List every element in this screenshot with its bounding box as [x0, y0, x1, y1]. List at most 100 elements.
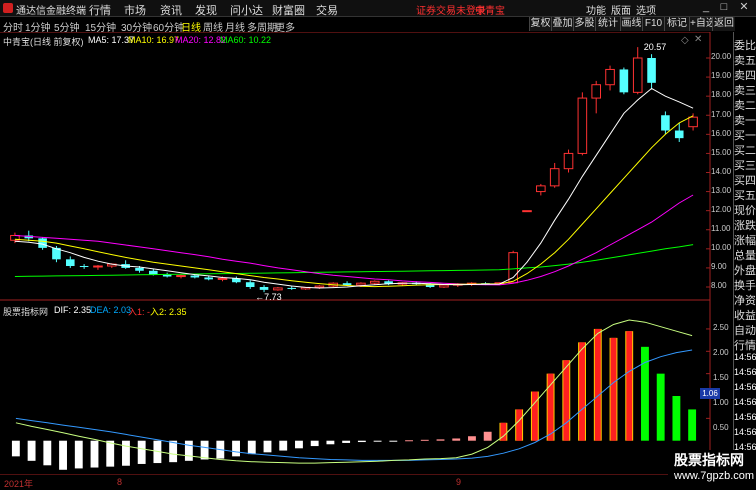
macd-bar: [656, 373, 665, 441]
candle-up: [522, 210, 532, 213]
price-tick: 17.00: [711, 110, 732, 119]
back-button[interactable]: 返回: [712, 17, 735, 31]
low-marker: ←7.73: [255, 292, 282, 302]
sidebar-item[interactable]: 买二: [734, 142, 756, 158]
maximize-icon[interactable]: □: [718, 1, 730, 14]
watermark-title: 股票指标网: [674, 452, 744, 468]
price-tick: 20.00: [711, 52, 732, 61]
candle-down: [38, 238, 47, 248]
x-label-year: 2021年: [4, 479, 34, 489]
stats-button[interactable]: 统计: [595, 17, 620, 31]
sidebar-item[interactable]: 卖二: [734, 97, 756, 113]
ma60-line: [14, 244, 694, 277]
sidebar-item[interactable]: 换手: [734, 277, 756, 293]
candle-down: [204, 277, 213, 280]
price-tick: 10.00: [711, 243, 732, 252]
overlay-button[interactable]: 叠加: [551, 17, 573, 31]
macd-bar: [137, 440, 146, 464]
sidebar-item-auto[interactable]: 自动: [734, 322, 756, 338]
tick-time: 14:56: [734, 352, 756, 362]
menu-layout[interactable]: 版面: [611, 2, 631, 17]
minimize-icon[interactable]: _: [700, 1, 712, 14]
candle-up: [577, 97, 588, 154]
macd-bar: [641, 346, 649, 441]
macd-bar-inner: [547, 373, 554, 441]
macd-bar: [263, 440, 272, 453]
candle-down: [342, 283, 352, 286]
menu-discover[interactable]: 发现: [195, 2, 217, 18]
sidebar-item[interactable]: 买三: [734, 157, 756, 173]
add-watchlist-button[interactable]: +自选: [689, 17, 716, 31]
candle-down: [619, 69, 629, 93]
sidebar-item[interactable]: 外盘: [734, 262, 756, 278]
tick-time: 14:56: [734, 397, 756, 407]
macd-bar: [389, 440, 398, 442]
sidebar-item[interactable]: 买一: [734, 127, 756, 143]
sidebar-item[interactable]: 总量: [734, 247, 756, 263]
sidebar-item[interactable]: 现价: [734, 202, 756, 218]
menu-trade[interactable]: 交易: [316, 2, 338, 18]
macd-tick: 1.50: [713, 373, 729, 382]
adjust-button[interactable]: 复权: [529, 17, 551, 31]
candle-up: [369, 280, 380, 284]
macd-bar: [122, 440, 130, 466]
menu-options[interactable]: 选项: [636, 2, 656, 17]
candle-up: [439, 284, 449, 288]
candle-down: [647, 58, 656, 83]
candle-up: [549, 168, 560, 187]
sidebar-item[interactable]: 卖四: [734, 67, 756, 83]
macd-bar-inner: [579, 342, 585, 441]
watermark: 股票指标网 www.7gpzb.com: [668, 450, 756, 487]
macd-bar: [483, 431, 492, 441]
sidebar-item[interactable]: 卖三: [734, 82, 756, 98]
menu-news[interactable]: 资讯: [160, 2, 182, 18]
price-tick: 19.00: [711, 71, 732, 80]
menu-wealth[interactable]: 财富圈: [272, 2, 305, 18]
sidebar-item[interactable]: 买四: [734, 172, 756, 188]
kline-chart[interactable]: 20.57 ←7.73: [0, 32, 734, 475]
macd-bar-inner: [531, 391, 538, 441]
title-stock-name: 中青宝: [475, 6, 505, 17]
macd-bar: [468, 436, 476, 441]
macd-bar: [11, 440, 20, 457]
candle-up: [93, 265, 103, 268]
sidebar-item[interactable]: 卖一: [734, 112, 756, 128]
close-icon[interactable]: ✕: [738, 1, 750, 14]
mark-button[interactable]: 标记: [664, 17, 689, 31]
draw-button[interactable]: 画线: [620, 17, 642, 31]
macd-bar: [688, 409, 697, 441]
sidebar-item[interactable]: 卖五: [734, 52, 756, 68]
macd-bar: [342, 440, 351, 443]
tick-time: 14:56: [734, 367, 756, 377]
macd-bar: [232, 440, 240, 457]
price-tick: 16.00: [711, 129, 732, 138]
candle-up: [563, 152, 574, 170]
menu-function[interactable]: 功能: [586, 2, 606, 17]
sidebar-item[interactable]: 涨幅: [734, 232, 756, 248]
high-marker: 20.57: [644, 42, 667, 52]
macd-bar: [106, 440, 115, 467]
current-value-marker: 1.06: [700, 388, 720, 399]
sidebar-item[interactable]: 买五: [734, 187, 756, 203]
x-label-aug: 8: [117, 477, 123, 487]
macd-bar: [373, 440, 382, 442]
menu-hq[interactable]: 行情: [89, 2, 111, 18]
menu-market[interactable]: 市场: [124, 2, 146, 18]
sidebar-item[interactable]: 净资: [734, 292, 756, 308]
macd-bar: [279, 440, 288, 451]
sidebar-item[interactable]: 涨跌: [734, 217, 756, 233]
candle-up: [356, 282, 366, 286]
indicator-title[interactable]: 股票指标网: [3, 305, 48, 318]
macd-tick: 2.00: [713, 348, 729, 357]
candle-down: [674, 130, 684, 139]
tick-time: 14:56: [734, 427, 756, 437]
macd-bar-inner: [626, 331, 633, 441]
dif-label: DIF: 2.35: [54, 305, 92, 315]
sidebar-item[interactable]: 委比: [734, 37, 756, 53]
f10-button[interactable]: F10: [642, 17, 664, 31]
sidebar-item[interactable]: 收益: [734, 307, 756, 323]
macd-bar: [200, 440, 209, 460]
menu-wenxiaoda[interactable]: 问小达: [230, 2, 263, 18]
multi-stock-button[interactable]: 多股: [573, 17, 595, 31]
sidebar-item-quote[interactable]: 行情: [734, 337, 756, 353]
